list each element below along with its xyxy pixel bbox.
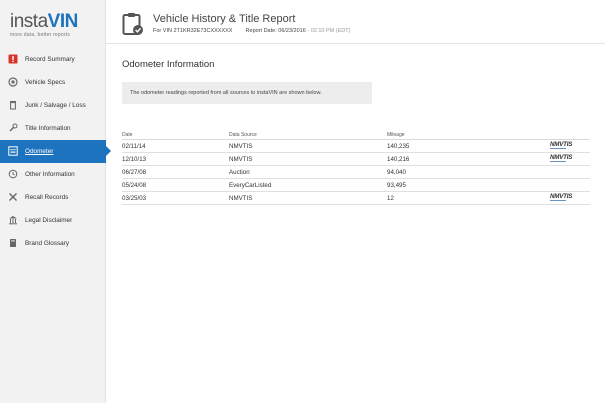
sidebar-nav: Record Summary Vehicle Specs Junk / Salv… [0, 48, 111, 255]
gauge-icon [8, 77, 18, 87]
sidebar-item-legal-disclaimer[interactable]: Legal Disclaimer [0, 209, 106, 232]
row-source: Auction [229, 168, 250, 176]
sidebar-item-record-summary[interactable]: Record Summary [0, 48, 106, 71]
row-mileage: 12 [387, 194, 394, 202]
sidebar-item-odometer[interactable]: Odometer [0, 140, 111, 163]
table-header: Date Data Source Mileage [122, 130, 590, 140]
nmvtis-logo-text: NMVTIS [550, 193, 573, 200]
sidebar-item-label: Record Summary [25, 55, 75, 63]
nmvtis-logo: NMVTIS [550, 154, 590, 162]
sidebar-item-other-information[interactable]: Other Information [0, 163, 106, 186]
row-source: NMVTIS [229, 194, 253, 202]
clipboard-check-icon [122, 12, 144, 36]
table-row: 06/27/08 Auction 94,040 [122, 166, 590, 179]
vin-label: For VIN 2T1KR32E73CXXXXXX [153, 28, 233, 34]
nmvtis-logo-text: NMVTIS [550, 154, 573, 161]
section-title: Odometer Information [122, 59, 215, 70]
row-date: 02/11/14 [122, 142, 146, 150]
logo-tagline: more data, better reports [10, 32, 71, 38]
table-row: 02/11/14 NMVTIS 140,235 NMVTIS [122, 140, 590, 153]
sidebar-item-label: Legal Disclaimer [25, 216, 73, 224]
sidebar-item-label: Title Information [25, 124, 71, 132]
nmvtis-logo: NMVTIS [550, 193, 590, 201]
trash-icon [8, 100, 18, 110]
row-mileage: 94,040 [387, 168, 406, 176]
sidebar-item-brand-glossary[interactable]: Brand Glossary [0, 232, 106, 255]
logo-brand-b: VIN [47, 11, 79, 32]
sidebar-item-label: Recall Records [25, 193, 69, 201]
nmvtis-logo-text: NMVTIS [550, 141, 573, 148]
odometer-table: Date Data Source Mileage 02/11/14 NMVTIS… [122, 130, 590, 205]
sidebar-item-label: Brand Glossary [25, 239, 70, 247]
row-mileage: 140,235 [387, 142, 410, 150]
table-row: 12/10/13 NMVTIS 140,216 NMVTIS [122, 153, 590, 166]
sidebar-item-vehicle-specs[interactable]: Vehicle Specs [0, 71, 106, 94]
sidebar-item-label: Odometer [25, 147, 54, 155]
row-source: NMVTIS [229, 155, 253, 163]
column-header-mileage: Mileage [387, 131, 405, 138]
row-source: EveryCarListed [229, 181, 272, 189]
row-date: 12/10/13 [122, 155, 147, 163]
instavin-logo[interactable]: instaVIN more data, better reports [10, 12, 100, 42]
sidebar-item-recall-records[interactable]: Recall Records [0, 186, 106, 209]
sidebar-item-label: Other Information [25, 170, 75, 178]
report-header: Vehicle History & Title Report For VIN 2… [106, 0, 605, 44]
report-title: Vehicle History & Title Report [153, 13, 296, 25]
alert-icon [8, 54, 18, 64]
odometer-notice: The odometer readings reported from all … [122, 82, 372, 104]
column-header-date: Date [122, 131, 133, 138]
sidebar-item-label: Junk / Salvage / Loss [25, 101, 86, 109]
sidebar-item-label: Vehicle Specs [25, 78, 66, 86]
logo-wordmark: instaVIN [10, 12, 100, 31]
row-date: 03/25/03 [122, 194, 147, 202]
wrench-icon [8, 123, 18, 133]
sidebar-item-junk-salvage-loss[interactable]: Junk / Salvage / Loss [0, 94, 106, 117]
odometer-icon [8, 146, 18, 156]
table-row: 03/25/03 NMVTIS 12 NMVTIS [122, 192, 590, 205]
book-icon [8, 238, 18, 248]
column-header-data-source: Data Source [229, 131, 257, 138]
bank-icon [8, 215, 18, 225]
row-date: 05/24/08 [122, 181, 147, 189]
nmvtis-logo: NMVTIS [550, 141, 590, 149]
report-date: Report Date: 06/23/2016 [245, 28, 306, 34]
report-meta: For VIN 2T1KR32E73CXXXXXX Report Date: 0… [153, 28, 350, 34]
row-date: 06/27/08 [122, 168, 147, 176]
sidebar: instaVIN more data, better reports Recor… [0, 0, 111, 403]
logo-brand-a: insta [10, 11, 48, 32]
history-icon [8, 169, 18, 179]
sidebar-item-title-information[interactable]: Title Information [0, 117, 106, 140]
row-source: NMVTIS [229, 142, 253, 150]
tools-icon [8, 192, 18, 202]
row-mileage: 93,495 [387, 181, 406, 189]
table-row: 05/24/08 EveryCarListed 93,495 [122, 179, 590, 192]
report-time: - 02:10 PM (EDT) [307, 28, 351, 34]
row-mileage: 140,216 [387, 155, 410, 163]
